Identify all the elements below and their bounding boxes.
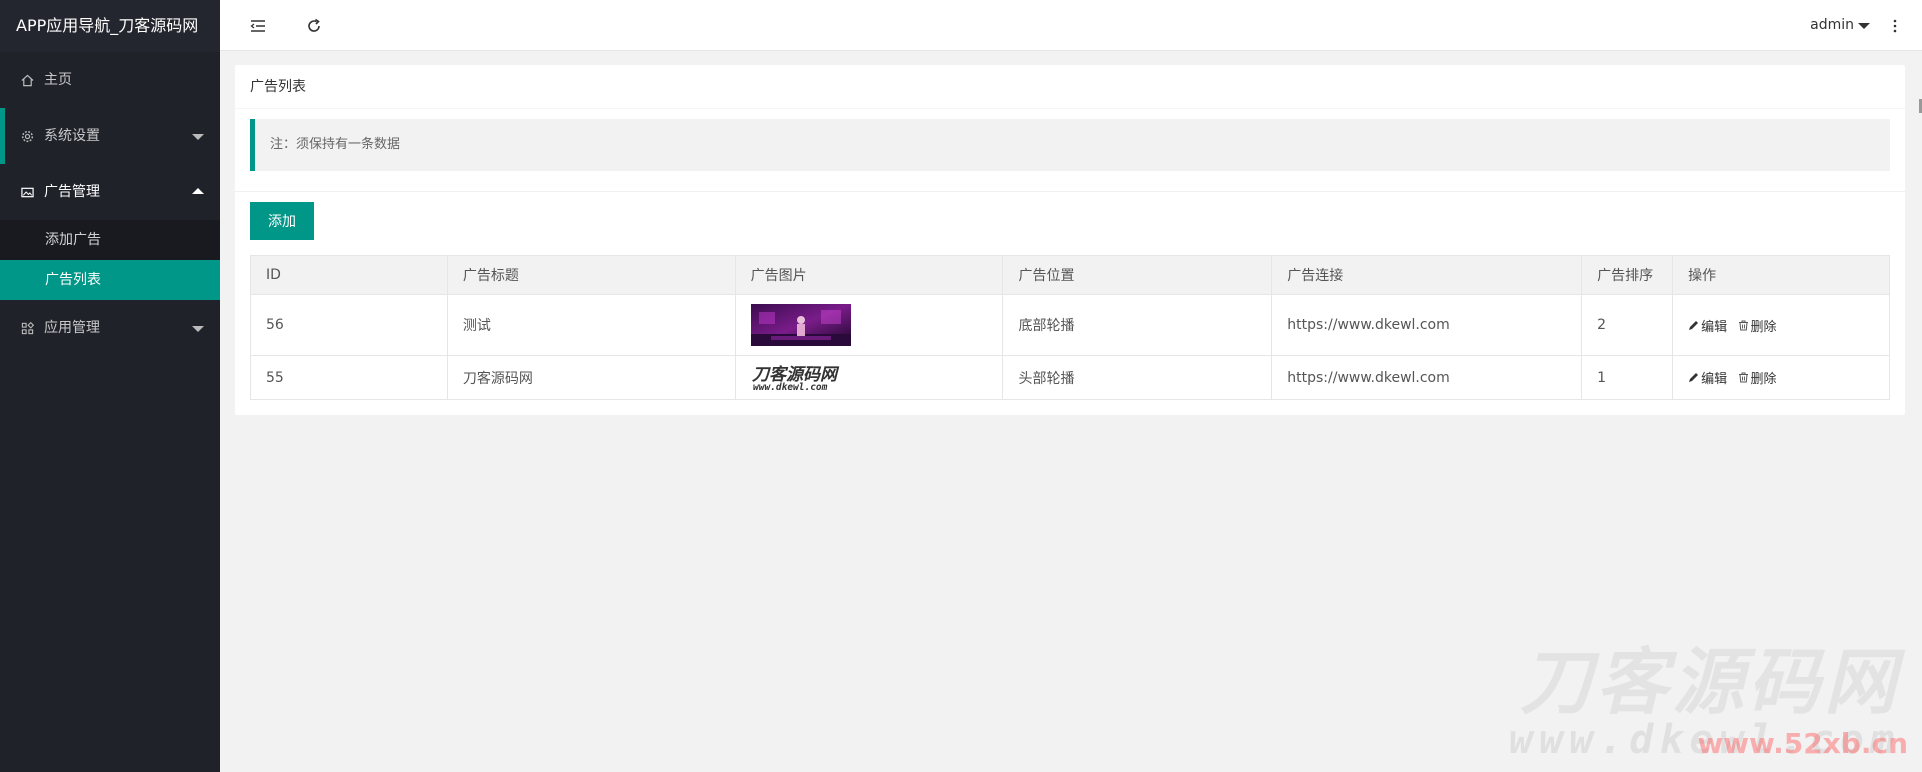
cell-id: 55 — [250, 355, 448, 400]
apps-icon — [20, 321, 34, 335]
column-header-link: 广告连接 — [1271, 255, 1583, 295]
table-row: 56 测试 底部轮播 https://www.dkewl.com 2 编辑 删除 — [250, 294, 1890, 356]
cell-actions: 编辑 删除 — [1672, 294, 1890, 356]
more-vertical-icon — [1893, 19, 1897, 32]
refresh-button[interactable] — [292, 0, 336, 51]
watermark-title: 刀客源码网 — [1519, 640, 1900, 724]
cell-position: 底部轮播 — [1002, 294, 1273, 356]
cell-link: https://www.dkewl.com — [1271, 355, 1583, 400]
ad-list-card: 广告列表 注：须保持有一条数据 添加 ID 广告标题 广告图片 广告位置 广告连… — [235, 65, 1905, 415]
column-header-id: ID — [250, 255, 448, 295]
column-header-title: 广告标题 — [446, 255, 736, 295]
sidebar-item-label: 主页 — [44, 72, 72, 88]
sidebar-item-label: 广告管理 — [44, 184, 100, 200]
edit-label: 编辑 — [1701, 372, 1728, 387]
cell-image — [734, 294, 1004, 356]
image-icon — [20, 185, 34, 199]
refresh-icon — [308, 18, 320, 32]
column-header-image: 广告图片 — [734, 255, 1004, 295]
submenu-ad-management: 添加广告 广告列表 — [0, 220, 220, 300]
cell-sort: 2 — [1581, 294, 1674, 356]
add-button[interactable]: 添加 — [250, 202, 314, 240]
edit-button[interactable]: 编辑 — [1688, 316, 1727, 335]
edit-button[interactable]: 编辑 — [1688, 368, 1727, 387]
chevron-down-icon — [192, 326, 204, 332]
app-logo[interactable]: APP应用导航_刀客源码网 — [0, 0, 220, 52]
cell-title: 测试 — [446, 294, 736, 356]
ad-table: ID 广告标题 广告图片 广告位置 广告连接 广告排序 操作 56 测试 底部轮… — [250, 255, 1890, 400]
cell-position: 头部轮播 — [1002, 355, 1273, 400]
sidebar-item-label: 应用管理 — [44, 320, 100, 336]
more-menu-button[interactable] — [1880, 0, 1910, 51]
sidebar-item-add-ad[interactable]: 添加广告 — [0, 220, 220, 260]
pencil-icon — [1689, 373, 1699, 382]
pencil-icon — [1689, 320, 1699, 330]
gear-icon — [20, 129, 34, 143]
sidebar-item-home[interactable]: 主页 — [0, 52, 220, 108]
chevron-up-icon — [192, 188, 204, 194]
menu-fold-icon — [250, 19, 265, 32]
cell-image: 刀客源码网 www.dkewl.com — [734, 355, 1004, 400]
delete-button[interactable]: 删除 — [1738, 316, 1777, 335]
logo-url: www.dkewl.com — [753, 382, 828, 393]
trash-icon — [1738, 372, 1748, 383]
user-menu[interactable]: admin — [1810, 0, 1870, 51]
delete-label: 删除 — [1750, 372, 1777, 387]
column-header-actions: 操作 — [1672, 255, 1890, 295]
sidebar-item-app-management[interactable]: 应用管理 — [0, 300, 220, 356]
username: admin — [1810, 17, 1854, 33]
card-title: 广告列表 — [235, 65, 1905, 109]
ad-logo-image: 刀客源码网 www.dkewl.com — [752, 365, 840, 393]
sidebar-item-ad-management[interactable]: 广告管理 — [0, 164, 220, 220]
top-header: admin — [220, 0, 1922, 51]
collapse-sidebar-button[interactable] — [236, 0, 280, 51]
cell-id: 56 — [250, 294, 448, 356]
chevron-down-icon — [192, 134, 204, 140]
cell-actions: 编辑 删除 — [1672, 355, 1890, 400]
sidebar-item-ad-list[interactable]: 广告列表 — [0, 260, 220, 300]
sidebar-item-system-settings[interactable]: 系统设置 — [0, 108, 220, 164]
edit-label: 编辑 — [1701, 319, 1728, 335]
column-header-sort: 广告排序 — [1581, 255, 1674, 295]
delete-button[interactable]: 删除 — [1738, 368, 1777, 387]
table-header-row: ID 广告标题 广告图片 广告位置 广告连接 广告排序 操作 — [250, 255, 1890, 295]
sidebar-item-label: 系统设置 — [44, 128, 100, 144]
notice-banner: 注：须保持有一条数据 — [250, 119, 1890, 171]
cell-sort: 1 — [1581, 355, 1674, 400]
home-icon — [20, 73, 34, 87]
delete-label: 删除 — [1750, 319, 1777, 335]
watermark-secondary-url: www.52xb.cn — [1697, 727, 1908, 760]
cell-link: https://www.dkewl.com — [1271, 294, 1583, 356]
divider — [235, 191, 1905, 192]
ad-thumbnail-image — [750, 304, 851, 346]
cell-title: 刀客源码网 — [446, 355, 736, 400]
column-header-position: 广告位置 — [1002, 255, 1273, 295]
trash-icon — [1738, 320, 1748, 330]
chevron-down-icon — [1858, 23, 1870, 29]
table-row: 55 刀客源码网 刀客源码网 www.dkewl.com 头部轮播 https:… — [250, 355, 1890, 400]
active-indicator — [0, 108, 5, 164]
sidebar: APP应用导航_刀客源码网 主页 系统设置 广告管理 添加广告 广告列表 应用管… — [0, 0, 220, 772]
